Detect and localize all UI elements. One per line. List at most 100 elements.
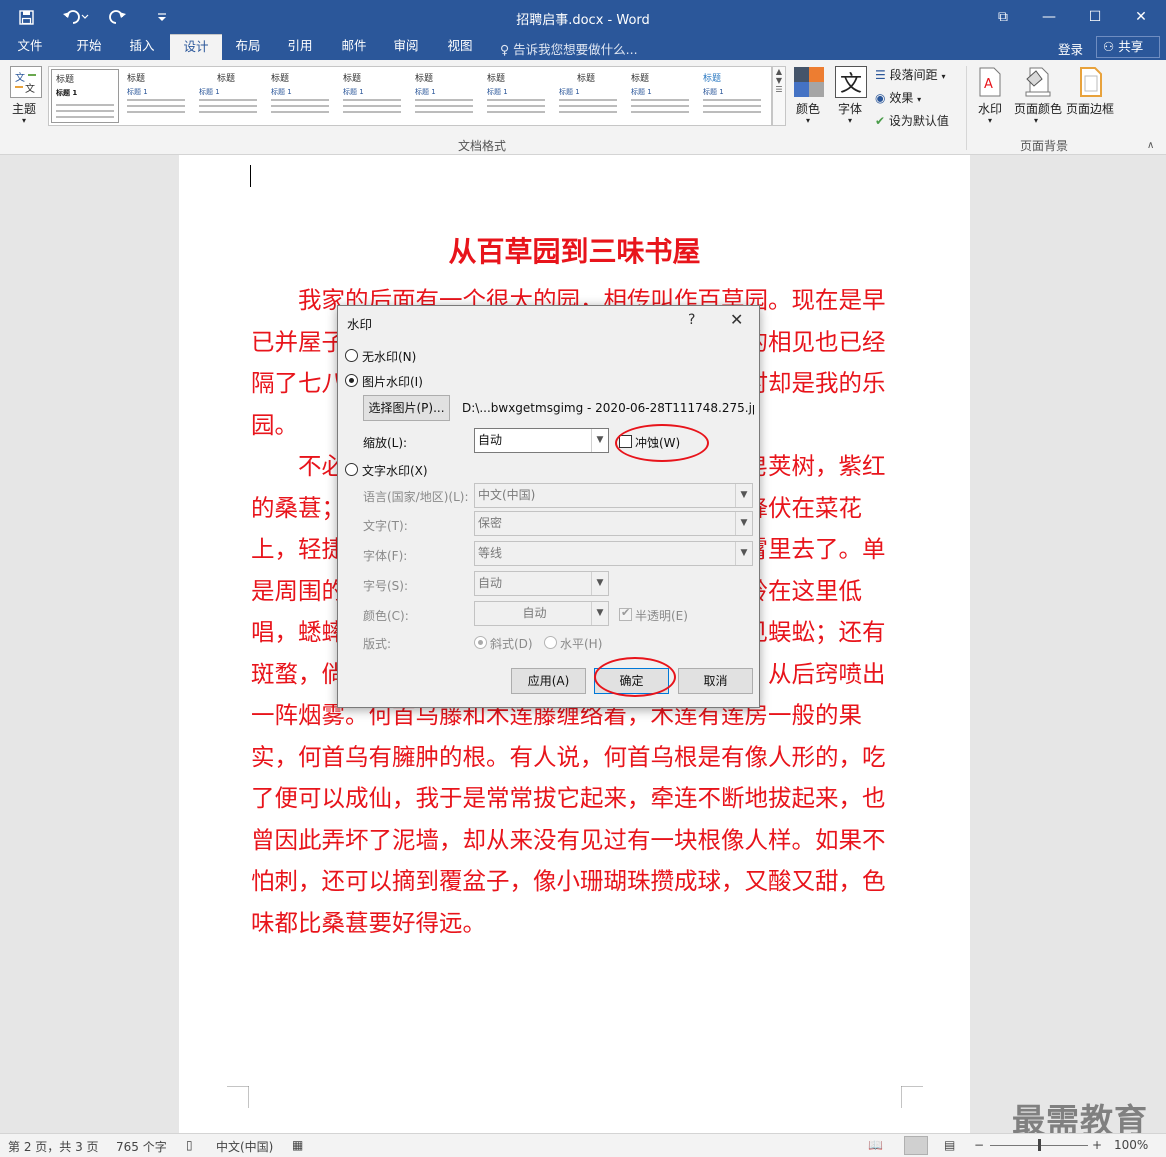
picture-watermark-label[interactable]: 图片水印(I) xyxy=(362,373,423,390)
minimize-button[interactable]: — xyxy=(1026,0,1072,34)
zoom-out-button[interactable]: − xyxy=(974,1138,984,1152)
read-mode-icon[interactable]: 📖 xyxy=(868,1138,883,1152)
web-layout-icon[interactable]: ▤ xyxy=(944,1138,955,1152)
colors-dropdown-icon[interactable]: ▾ xyxy=(806,116,810,125)
zoom-level[interactable]: 100% xyxy=(1114,1138,1148,1152)
proofing-icon[interactable]: ▯ xyxy=(186,1138,193,1152)
watermark-dropdown-icon[interactable]: ▾ xyxy=(988,116,992,125)
page-count[interactable]: 第 2 页，共 3 页 xyxy=(8,1138,99,1155)
tab-design[interactable]: 设计 xyxy=(170,34,222,60)
radio-no-watermark[interactable] xyxy=(345,349,358,362)
text-cursor xyxy=(250,165,251,187)
thumb-subheading: 标题 1 xyxy=(127,88,148,96)
fonts-icon[interactable]: 文 xyxy=(835,66,867,98)
set-default-button[interactable]: ✔ 设为默认值 xyxy=(875,112,949,129)
size-select[interactable]: 自动 ▼ xyxy=(474,571,609,596)
style-thumb[interactable]: 标题 标题 1 xyxy=(699,69,767,123)
color-select[interactable]: 自动 ▼ xyxy=(474,601,609,626)
style-thumb[interactable]: 标题 标题 1 xyxy=(123,69,191,123)
style-thumb[interactable]: 标题 标题 1 xyxy=(51,69,119,123)
style-thumb[interactable]: 标题 标题 1 xyxy=(627,69,695,123)
dialog-close-button[interactable]: ✕ xyxy=(730,310,743,329)
ribbon-display-options-icon[interactable]: ⧉ xyxy=(980,0,1026,34)
themes-dropdown-icon[interactable]: ▾ xyxy=(22,116,26,125)
style-thumb[interactable]: 标题 标题 1 xyxy=(411,69,479,123)
style-thumb[interactable]: 标题 标题 1 xyxy=(339,69,407,123)
share-button[interactable]: ⚇ 共享 xyxy=(1096,36,1160,58)
customize-quick-access-icon[interactable] xyxy=(150,6,174,28)
scale-select[interactable]: 自动 ▼ xyxy=(474,428,609,453)
font-label: 字体(F): xyxy=(363,549,408,563)
gallery-more-icon[interactable]: ☰ xyxy=(773,85,785,94)
paragraph-spacing-icon: ☰ xyxy=(875,68,886,82)
style-thumb[interactable]: 标题 标题 1 xyxy=(483,69,551,123)
themes-icon[interactable]: 文文 xyxy=(10,66,42,98)
fonts-label[interactable]: 字体 xyxy=(838,100,862,117)
tab-references[interactable]: 引用 xyxy=(274,34,326,60)
undo-icon[interactable] xyxy=(60,6,92,28)
language-select[interactable]: 中文(中国) ▼ xyxy=(474,483,753,508)
no-watermark-label[interactable]: 无水印(N) xyxy=(362,348,416,365)
save-icon[interactable] xyxy=(14,6,38,28)
style-thumb[interactable]: 标题 标题 1 xyxy=(195,69,263,123)
watermark-label[interactable]: 水印 xyxy=(978,100,1002,117)
radio-horizontal[interactable] xyxy=(544,636,557,649)
radio-diagonal[interactable] xyxy=(474,636,487,649)
radio-picture-watermark[interactable] xyxy=(345,374,358,387)
apply-button[interactable]: 应用(A) xyxy=(511,668,586,694)
zoom-slider-thumb[interactable] xyxy=(1038,1139,1041,1151)
redo-icon[interactable] xyxy=(106,6,130,28)
chevron-up-icon[interactable]: ▲ xyxy=(773,67,785,76)
collapse-ribbon-icon[interactable]: ∧ xyxy=(1147,140,1154,151)
colors-label[interactable]: 颜色 xyxy=(796,100,820,117)
watermark-icon[interactable]: A xyxy=(977,66,1003,98)
style-set-gallery[interactable]: 标题 标题 1 标题 标题 1 标题 标题 1 标题 标题 1 标题 标题 1 … xyxy=(48,66,772,126)
tab-file[interactable]: 文件 xyxy=(4,34,56,60)
style-thumb[interactable]: 标题 标题 1 xyxy=(555,69,623,123)
tab-view[interactable]: 视图 xyxy=(434,34,486,60)
text-watermark-label[interactable]: 文字水印(X) xyxy=(362,462,428,479)
colors-icon[interactable] xyxy=(793,66,825,98)
style-thumb[interactable]: 标题 标题 1 xyxy=(267,69,335,123)
select-picture-button[interactable]: 选择图片(P)... xyxy=(363,395,450,421)
login-link[interactable]: 登录 xyxy=(1058,39,1083,58)
effects-button[interactable]: ◉ 效果 ▾ xyxy=(875,89,921,106)
cancel-button[interactable]: 取消 xyxy=(678,668,753,694)
tab-mailings[interactable]: 邮件 xyxy=(328,34,380,60)
zoom-in-button[interactable]: + xyxy=(1092,1138,1102,1152)
language-indicator[interactable]: 中文(中国) xyxy=(216,1138,273,1155)
paragraph-spacing-label: 段落间距 xyxy=(889,68,938,82)
radio-text-watermark[interactable] xyxy=(345,463,358,476)
tab-insert[interactable]: 插入 xyxy=(116,34,168,60)
print-layout-icon[interactable] xyxy=(904,1136,928,1155)
page-border-icon[interactable] xyxy=(1078,66,1104,98)
font-select[interactable]: 等线 ▼ xyxy=(474,541,753,566)
tab-home[interactable]: 开始 xyxy=(62,34,116,60)
page-color-dropdown-icon[interactable]: ▾ xyxy=(1034,116,1038,125)
chevron-down-icon[interactable]: ▼ xyxy=(773,76,785,85)
effects-label: 效果 xyxy=(889,91,914,105)
close-button[interactable]: ✕ xyxy=(1118,0,1164,34)
tab-layout[interactable]: 布局 xyxy=(222,34,274,60)
fonts-dropdown-icon[interactable]: ▾ xyxy=(848,116,852,125)
page-border-label[interactable]: 页面边框 xyxy=(1066,100,1114,117)
macro-icon[interactable]: ▦ xyxy=(292,1138,303,1152)
gallery-scroll[interactable]: ▲ ▼ ☰ xyxy=(772,66,786,126)
semitransparent-checkbox[interactable]: ✔ xyxy=(619,606,632,621)
crop-mark xyxy=(901,1086,923,1108)
tell-me-box[interactable]: ♀ 告诉我您想要做什么... xyxy=(500,39,638,58)
semitransparent-label[interactable]: 半透明(E) xyxy=(635,607,688,624)
word-count[interactable]: 765 个字 xyxy=(116,1138,167,1155)
help-icon[interactable]: ? xyxy=(688,312,695,328)
text-select[interactable]: 保密 ▼ xyxy=(474,511,753,536)
themes-label[interactable]: 主题 xyxy=(12,100,36,117)
tab-review[interactable]: 审阅 xyxy=(380,34,432,60)
page-color-icon[interactable] xyxy=(1024,66,1052,98)
thumb-subheading: 标题 1 xyxy=(559,88,580,96)
paragraph-spacing-button[interactable]: ☰ 段落间距 ▾ xyxy=(875,66,945,83)
maximize-button[interactable]: ☐ xyxy=(1072,0,1118,34)
thumb-heading: 标题 xyxy=(631,74,650,84)
page-color-label[interactable]: 页面颜色 xyxy=(1014,100,1062,117)
diagonal-label[interactable]: 斜式(D) xyxy=(490,635,533,652)
horizontal-label[interactable]: 水平(H) xyxy=(560,635,602,652)
